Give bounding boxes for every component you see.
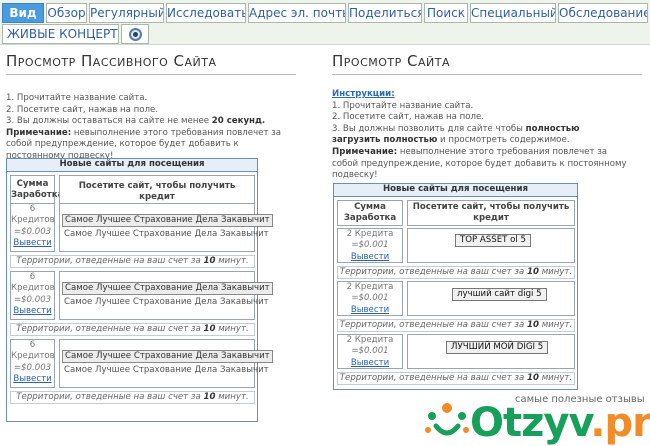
visit-cell bbox=[59, 271, 255, 320]
visit-site-button[interactable]: TOP ASSET ol 5 bbox=[455, 234, 531, 247]
tab-live-concerts[interactable]: ЖИВЫЕ КОНЦЕРТЫ bbox=[2, 24, 119, 44]
passive-site-panel: Просмотр Пассивного Сайта 1. Прочитайте … bbox=[6, 52, 296, 163]
earnings-cell: 6 Кредитов =$0.003 Вывести bbox=[10, 203, 55, 252]
site-title: Самое Лучшее Страхование Дела Закавычит bbox=[64, 297, 269, 307]
withdraw-link[interactable]: Вывести bbox=[338, 358, 402, 369]
instruction-step: 3. Вы должны оставаться на сайте не мене… bbox=[6, 116, 266, 127]
tab-special[interactable]: Специальный bbox=[470, 3, 556, 23]
tab-explore[interactable]: Исследовать bbox=[166, 3, 246, 23]
earnings-cell: 2 Кредита =$0.001 Вывести bbox=[337, 281, 403, 316]
tab-survey[interactable]: Обследование bbox=[558, 3, 648, 23]
earnings-cell: 2 Кредита =$0.001 Вывести bbox=[337, 334, 403, 369]
credit-note: Территории, отведенные на ваш счет за 10… bbox=[337, 266, 575, 279]
withdraw-link[interactable]: Вывести bbox=[338, 305, 402, 316]
withdraw-link[interactable]: Вывести bbox=[11, 306, 54, 317]
logo-icon bbox=[425, 403, 469, 436]
visit-cell bbox=[59, 203, 255, 252]
instruction-step: 3. Вы должны позволить для сайте чтобы п… bbox=[332, 123, 580, 146]
visit-cell bbox=[59, 339, 255, 388]
sites-table: Новые сайты для посещения Сумма Заработк… bbox=[6, 158, 273, 422]
page-title: Просмотр Сайта bbox=[332, 52, 450, 70]
instruction-step: 1. Прочитайте название сайта. bbox=[6, 93, 148, 103]
withdraw-link[interactable]: Вывести bbox=[338, 252, 402, 263]
earnings-cell: 6 Кредитов =$0.003 Вывести bbox=[10, 339, 55, 388]
instructions-heading: Инструкции: bbox=[332, 89, 395, 99]
credit-note: Территории, отведенные на ваш счет за 10… bbox=[337, 372, 575, 385]
site-title: Самое Лучшее Страхование Дела Закавычит bbox=[64, 365, 269, 375]
sites-table: Новые сайты для посещения Сумма Заработк… bbox=[333, 183, 578, 390]
target-icon bbox=[128, 27, 142, 41]
tab-divider bbox=[0, 44, 650, 45]
title-divider bbox=[332, 74, 642, 75]
withdraw-link[interactable]: Вывести bbox=[11, 238, 54, 249]
tab-search[interactable]: Поиск bbox=[424, 3, 468, 23]
column-header-visit: Посетите сайт, чтобы получить кредит bbox=[407, 200, 575, 226]
visit-site-button[interactable]: Самое Лучшее Страхование Дела Закавычит bbox=[62, 282, 273, 295]
earnings-cell: 2 Кредита =$0.001 Вывести bbox=[337, 228, 403, 263]
instruction-step: 2. Посетите сайт, нажав на поле. bbox=[6, 104, 159, 115]
tab-overview[interactable]: Обзор bbox=[46, 3, 87, 23]
credit-note: Территории, отведенные на ваш счет за 10… bbox=[10, 391, 255, 404]
site-title: Самое Лучшее Страхование Дела Закавычит bbox=[64, 229, 269, 239]
visit-site-button[interactable]: Самое Лучшее Страхование Дела Закавычит bbox=[62, 350, 273, 363]
tab-bar: Вид Обзор Регулярный Исследовать Адрес э… bbox=[0, 0, 650, 44]
credit-note: Территории, отведенные на ваш счет за 10… bbox=[337, 319, 575, 332]
tab-icon[interactable] bbox=[121, 24, 149, 44]
instruction-step: 2. Посетите сайт, нажав на поле. bbox=[332, 112, 485, 123]
earnings-cell: 6 Кредитов =$0.003 Вывести bbox=[10, 271, 55, 320]
visit-site-button[interactable]: ЛУЧШИЙ МОЙ DIGI 5 bbox=[446, 341, 549, 354]
tab-regular[interactable]: Регулярный bbox=[89, 3, 164, 23]
visit-site-button[interactable]: Самое Лучшее Страхование Дела Закавычит bbox=[62, 214, 273, 227]
page-title: Просмотр Пассивного Сайта bbox=[6, 52, 217, 70]
tab-share[interactable]: Поделиться bbox=[348, 3, 422, 23]
credit-note: Территории, отведенные на ваш счет за 10… bbox=[10, 323, 255, 336]
tab-view[interactable]: Вид bbox=[2, 3, 44, 23]
watermark-brand: Otzyv.pro bbox=[470, 400, 650, 446]
tab-email[interactable]: Адрес эл. почты bbox=[248, 3, 346, 23]
table-header: Новые сайты для посещения bbox=[7, 159, 257, 172]
warning-note: Примечание: невыполнение этого требовани… bbox=[332, 146, 627, 181]
site-view-panel: Просмотр Сайта Инструкции: 1. Прочитайте… bbox=[332, 52, 642, 182]
withdraw-link[interactable]: Вывести bbox=[11, 374, 54, 385]
instruction-step: 1. Прочитайте название сайта. bbox=[332, 100, 474, 111]
visit-site-button[interactable]: лучший сайт digi 5 bbox=[452, 288, 547, 301]
column-header-earnings: Сумма Заработка bbox=[337, 200, 403, 226]
title-divider bbox=[6, 74, 296, 75]
table-header: Новые сайты для посещения bbox=[334, 184, 577, 197]
credit-note: Территории, отведенные на ваш счет за 10… bbox=[10, 255, 255, 268]
